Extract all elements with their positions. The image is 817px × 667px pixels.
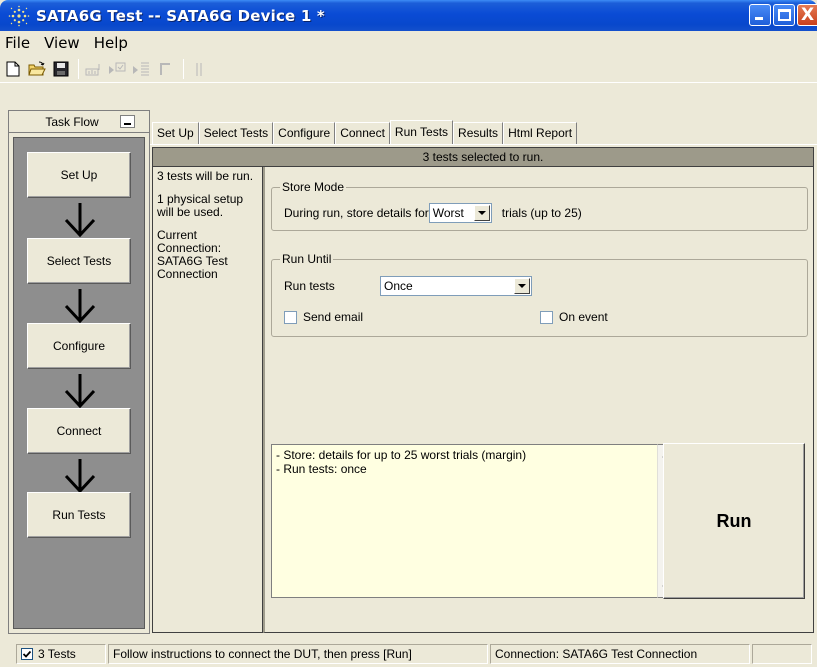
minimize-icon: [755, 17, 763, 20]
tab-html-report[interactable]: Html Report: [503, 122, 578, 144]
on-event-checkbox[interactable]: On event: [540, 310, 608, 324]
minimize-button[interactable]: [749, 4, 771, 26]
run-tests-label: Run tests: [284, 279, 335, 293]
send-email-label: Send email: [303, 310, 364, 324]
menu-file[interactable]: File: [0, 32, 37, 54]
status-bar: 3 Tests Follow instructions to connect t…: [0, 641, 817, 667]
toolbar-separator: [78, 58, 79, 79]
close-button[interactable]: X: [797, 4, 817, 26]
on-event-label: On event: [559, 310, 608, 324]
tests-count-text: 3 Tests: [38, 647, 76, 661]
flow-step-configure[interactable]: Configure: [27, 323, 131, 369]
status-connection: Connection: SATA6G Test Connection: [490, 644, 750, 664]
disabled-icon-2[interactable]: [107, 58, 129, 80]
tab-strip: Set Up Select Tests Configure Connect Ru…: [152, 120, 578, 144]
menu-bar: File View Help: [0, 31, 817, 55]
store-mode-select[interactable]: Worst: [428, 203, 492, 223]
run-button[interactable]: Run: [663, 443, 805, 599]
toolbar: [0, 55, 817, 83]
store-mode-group: Store Mode During run, store details for…: [271, 180, 808, 231]
menu-help[interactable]: Help: [87, 32, 135, 54]
tab-results[interactable]: Results: [453, 122, 504, 144]
tests-count-text: 3 tests will be run.: [157, 169, 254, 183]
run-info-column: 3 tests will be run. 1 physical setup wi…: [152, 167, 263, 633]
task-flow-title: Task Flow: [45, 114, 99, 129]
tab-run-tests[interactable]: Run Tests: [389, 120, 454, 144]
tab-select-tests[interactable]: Select Tests: [198, 122, 274, 144]
chevron-down-icon[interactable]: [473, 205, 490, 221]
flow-arrow-icon: [64, 289, 96, 324]
connection-name: SATA6G Test Connection: [157, 254, 228, 281]
close-icon: X: [801, 5, 815, 25]
app-icon: [8, 5, 30, 27]
store-mode-suffix: trials (up to 25): [501, 206, 582, 220]
summary-line-run: - Run tests: once: [276, 462, 367, 476]
new-icon[interactable]: [2, 58, 24, 80]
run-until-legend: Run Until: [280, 252, 334, 266]
flow-step-select-tests[interactable]: Select Tests: [27, 238, 131, 284]
store-mode-value: Worst: [432, 206, 464, 220]
summary-line-store: - Store: details for up to 25 worst tria…: [276, 448, 527, 462]
connection-label: Current Connection:: [157, 228, 222, 255]
task-flow-panel: Task Flow Set Up Select Tests Configure …: [8, 110, 150, 634]
window-title: SATA6G Test -- SATA6G Device 1 *: [36, 6, 325, 25]
chevron-down-icon[interactable]: [514, 278, 530, 294]
main-area: Task Flow Set Up Select Tests Configure …: [0, 110, 817, 635]
checkbox-box[interactable]: [284, 310, 297, 324]
check-icon: [22, 650, 32, 658]
disabled-icon-1[interactable]: [83, 58, 105, 80]
status-message: Follow instructions to connect the DUT, …: [108, 644, 488, 664]
flow-arrow-icon: [64, 374, 96, 409]
flow-arrow-icon: [64, 459, 96, 494]
flow-step-connect[interactable]: Connect: [27, 408, 131, 454]
flow-arrow-icon: [64, 203, 96, 238]
send-email-checkbox[interactable]: Send email: [284, 310, 363, 324]
save-icon[interactable]: [50, 58, 72, 80]
run-tests-value: Once: [384, 279, 413, 293]
task-flow-body: Set Up Select Tests Configure Connect Ru…: [13, 137, 145, 629]
title-bar[interactable]: SATA6G Test -- SATA6G Device 1 * X: [0, 0, 817, 31]
store-mode-legend: Store Mode: [280, 180, 347, 194]
run-summary-text[interactable]: - Store: details for up to 25 worst tria…: [271, 444, 657, 598]
tests-checkbox[interactable]: [21, 648, 33, 660]
checkbox-box[interactable]: [540, 310, 553, 324]
tab-connect[interactable]: Connect: [335, 122, 390, 144]
tab-set-up[interactable]: Set Up: [152, 122, 199, 144]
flow-step-run-tests[interactable]: Run Tests: [27, 492, 131, 538]
status-empty-cell: [752, 644, 812, 664]
open-icon[interactable]: [26, 58, 48, 80]
task-flow-header: Task Flow: [9, 111, 149, 133]
setup-count-text: 1 physical setup will be used.: [157, 192, 244, 219]
tests-count-cell[interactable]: 3 Tests: [16, 644, 106, 664]
selection-banner: 3 tests selected to run.: [152, 147, 814, 167]
tab-configure[interactable]: Configure: [273, 122, 336, 144]
flow-step-set-up[interactable]: Set Up: [27, 152, 131, 198]
disabled-icon-5[interactable]: [188, 58, 210, 80]
menu-view[interactable]: View: [37, 32, 87, 54]
maximize-button[interactable]: [773, 4, 795, 26]
maximize-icon: [778, 9, 791, 21]
task-flow-minimize-button[interactable]: [120, 115, 135, 128]
store-mode-prefix: During run, store details for: [284, 206, 429, 220]
toolbar-separator-2: [183, 58, 184, 79]
run-until-group: Run Until Run tests Once Send email On e…: [271, 252, 808, 337]
disabled-icon-4[interactable]: [155, 58, 177, 80]
disabled-icon-3[interactable]: [131, 58, 153, 80]
run-tests-select[interactable]: Once: [380, 276, 532, 296]
